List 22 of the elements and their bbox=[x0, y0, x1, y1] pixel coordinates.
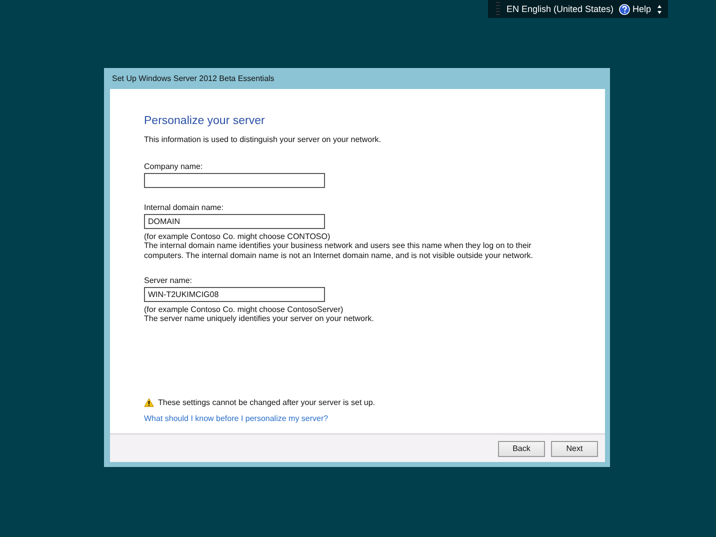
field-description: The internal domain name identifies your business network and users see this name when they log on to their computers. The internal domain name is not an Internet domain name, and is not visible outside your network. bbox=[144, 241, 534, 261]
warning-text: These settings cannot be changed after your server is set up. bbox=[158, 398, 376, 407]
intro-text: This information is used to distinguish your server on your network. bbox=[144, 135, 382, 144]
field-description: The server name uniquely identifies your server on your network. bbox=[144, 314, 375, 324]
back-button[interactable]: Back bbox=[498, 440, 545, 456]
field-label: Company name: bbox=[144, 162, 203, 171]
input-field[interactable]: WIN-T2UKIMCIG08 bbox=[144, 287, 325, 302]
field-label: Server name: bbox=[144, 276, 192, 285]
input-field[interactable]: DOMAIN bbox=[144, 214, 325, 229]
input-field[interactable] bbox=[144, 173, 325, 188]
warning-icon bbox=[144, 398, 154, 407]
next-button[interactable]: Next bbox=[551, 440, 598, 456]
help-button[interactable]: Help bbox=[619, 4, 651, 14]
help-link[interactable]: What should I know before I personalize my server? bbox=[144, 414, 328, 423]
example-text: (for example Contoso Co. might choose ContosoServer) bbox=[144, 305, 344, 314]
language-indicator[interactable]: EN English (United States) bbox=[506, 4, 614, 14]
field-label: Internal domain name: bbox=[144, 203, 224, 212]
help-icon bbox=[619, 4, 630, 14]
window-title: Set Up Windows Server 2012 Beta Essentials bbox=[111, 73, 276, 85]
page-heading: Personalize your server bbox=[144, 115, 266, 127]
example-text: (for example Contoso Co. might choose CONTOSO) bbox=[144, 232, 330, 241]
scroll-arrows-icon[interactable] bbox=[657, 4, 662, 14]
